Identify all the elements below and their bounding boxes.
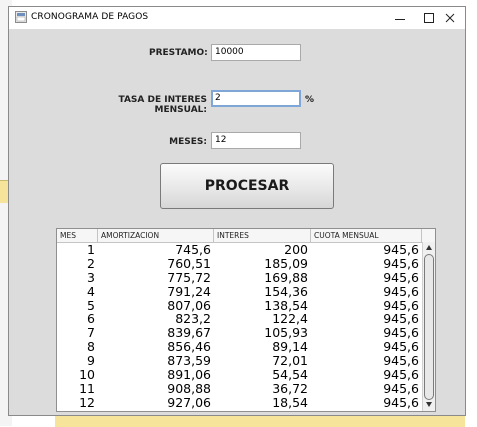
- header-amortizacion[interactable]: AMORTIZACION: [98, 229, 214, 242]
- table-row[interactable]: 3 775,72 169,88 945,6: [57, 271, 422, 285]
- cell-interes: 169,88: [264, 270, 308, 285]
- cell-interes: 54,54: [272, 368, 308, 382]
- cell-mes: 9: [87, 354, 95, 369]
- cell-amortizacion: 839,67: [167, 326, 211, 341]
- cell-mes: 7: [87, 326, 95, 341]
- cell-mes: 2: [87, 256, 95, 271]
- cronograma-table[interactable]: MES AMORTIZACION INTERES CUOTA MENSUAL 1…: [56, 228, 436, 412]
- table-row[interactable]: 10 891,06 54,54 945,6: [57, 368, 422, 382]
- cell-cuota: 945,6: [383, 256, 419, 271]
- cell-mes: 1: [87, 243, 95, 257]
- header-cuota-mensual[interactable]: CUOTA MENSUAL: [311, 229, 422, 242]
- tasa-label: TASA DE INTERES MENSUAL:: [118, 95, 207, 115]
- table-row[interactable]: 7 839,67 105,93 945,6: [57, 326, 422, 340]
- header-interes[interactable]: INTERES: [214, 229, 311, 242]
- cell-interes: 200: [284, 243, 308, 257]
- cell-cuota: 945,6: [383, 354, 419, 369]
- cell-cuota: 945,6: [383, 395, 419, 410]
- table-row[interactable]: 2 760,51 185,09 945,6: [57, 257, 422, 271]
- window-title: CRONOGRAMA DE PAGOS: [31, 12, 149, 22]
- table-row[interactable]: 5 807,06 138,54 945,6: [57, 299, 422, 313]
- cell-interes: 185,09: [264, 256, 308, 271]
- cronograma-window: CRONOGRAMA DE PAGOS PRESTAMO: 10000 TASA…: [8, 6, 466, 416]
- cell-interes: 122,4: [272, 312, 308, 327]
- table-row[interactable]: 4 791,24 154,36 945,6: [57, 285, 422, 299]
- cell-mes: 5: [87, 298, 95, 313]
- tasa-input[interactable]: 2: [211, 90, 301, 107]
- cell-mes: 11: [79, 381, 95, 396]
- prestamo-input[interactable]: 10000: [211, 44, 301, 61]
- table-row[interactable]: 12 927,06 18,54 945,6: [57, 396, 422, 410]
- cell-amortizacion: 807,06: [167, 298, 211, 313]
- title-bar[interactable]: CRONOGRAMA DE PAGOS: [9, 7, 465, 29]
- cell-amortizacion: 856,46: [167, 340, 211, 355]
- maximize-icon: [424, 13, 434, 23]
- scroll-down-icon[interactable]: [426, 402, 432, 407]
- table-row[interactable]: 1 745,6 200 945,6: [57, 243, 422, 257]
- scroll-up-icon[interactable]: [426, 245, 432, 250]
- close-icon: [445, 13, 455, 23]
- cell-mes: 8: [87, 340, 95, 355]
- cell-cuota: 945,6: [383, 340, 419, 355]
- vertical-scrollbar[interactable]: [422, 242, 435, 411]
- table-row[interactable]: 11 908,88 36,72 945,6: [57, 382, 422, 396]
- percent-unit: %: [305, 95, 315, 105]
- cell-amortizacion: 775,72: [167, 270, 211, 285]
- java-app-icon: [15, 11, 27, 23]
- header-mes[interactable]: MES: [57, 229, 98, 242]
- cell-amortizacion: 760,51: [167, 256, 211, 271]
- table-corner: [422, 229, 435, 243]
- cell-cuota: 945,6: [383, 312, 419, 327]
- cell-amortizacion: 873,59: [167, 354, 211, 369]
- cell-mes: 12: [79, 395, 95, 410]
- cell-interes: 18,54: [272, 395, 308, 410]
- cell-cuota: 945,6: [383, 381, 419, 396]
- table-body: 1 745,6 200 945,6 2 760,51 185,09 945,6 3 775,72 1…: [57, 243, 422, 410]
- cell-cuota: 945,6: [383, 270, 419, 285]
- cell-mes: 6: [87, 312, 95, 327]
- cell-interes: 105,93: [264, 326, 308, 341]
- scroll-thumb[interactable]: [424, 254, 434, 400]
- table-header: MES AMORTIZACION INTERES CUOTA MENSUAL: [57, 229, 422, 243]
- meses-input[interactable]: 12: [211, 132, 301, 149]
- table-row[interactable]: 8 856,46 89,14 945,6: [57, 340, 422, 354]
- cell-cuota: 945,6: [383, 284, 419, 299]
- table-row[interactable]: 9 873,59 72,01 945,6: [57, 354, 422, 368]
- cell-amortizacion: 745,6: [175, 243, 211, 257]
- cell-amortizacion: 791,24: [167, 284, 211, 299]
- prestamo-label: PRESTAMO:: [149, 48, 208, 58]
- cell-amortizacion: 823,2: [175, 312, 211, 327]
- cell-interes: 138,54: [264, 298, 308, 313]
- cell-interes: 154,36: [264, 284, 308, 299]
- close-button[interactable]: [435, 7, 465, 29]
- cell-cuota: 945,6: [383, 243, 419, 257]
- cell-mes: 10: [79, 368, 95, 382]
- cell-cuota: 945,6: [383, 298, 419, 313]
- meses-label: MESES:: [169, 137, 207, 147]
- cell-cuota: 945,6: [383, 368, 419, 382]
- cell-amortizacion: 891,06: [167, 368, 211, 382]
- minimize-icon: [395, 18, 405, 20]
- minimize-button[interactable]: [385, 7, 415, 29]
- procesar-button[interactable]: PROCESAR: [160, 163, 334, 209]
- cell-interes: 36,72: [272, 381, 308, 396]
- cell-interes: 89,14: [272, 340, 308, 355]
- cell-interes: 72,01: [272, 354, 308, 369]
- cell-mes: 3: [87, 270, 95, 285]
- cell-cuota: 945,6: [383, 326, 419, 341]
- cell-amortizacion: 927,06: [167, 395, 211, 410]
- table-row[interactable]: 6 823,2 122,4 945,6: [57, 312, 422, 326]
- cell-mes: 4: [87, 284, 95, 299]
- cell-amortizacion: 908,88: [167, 381, 211, 396]
